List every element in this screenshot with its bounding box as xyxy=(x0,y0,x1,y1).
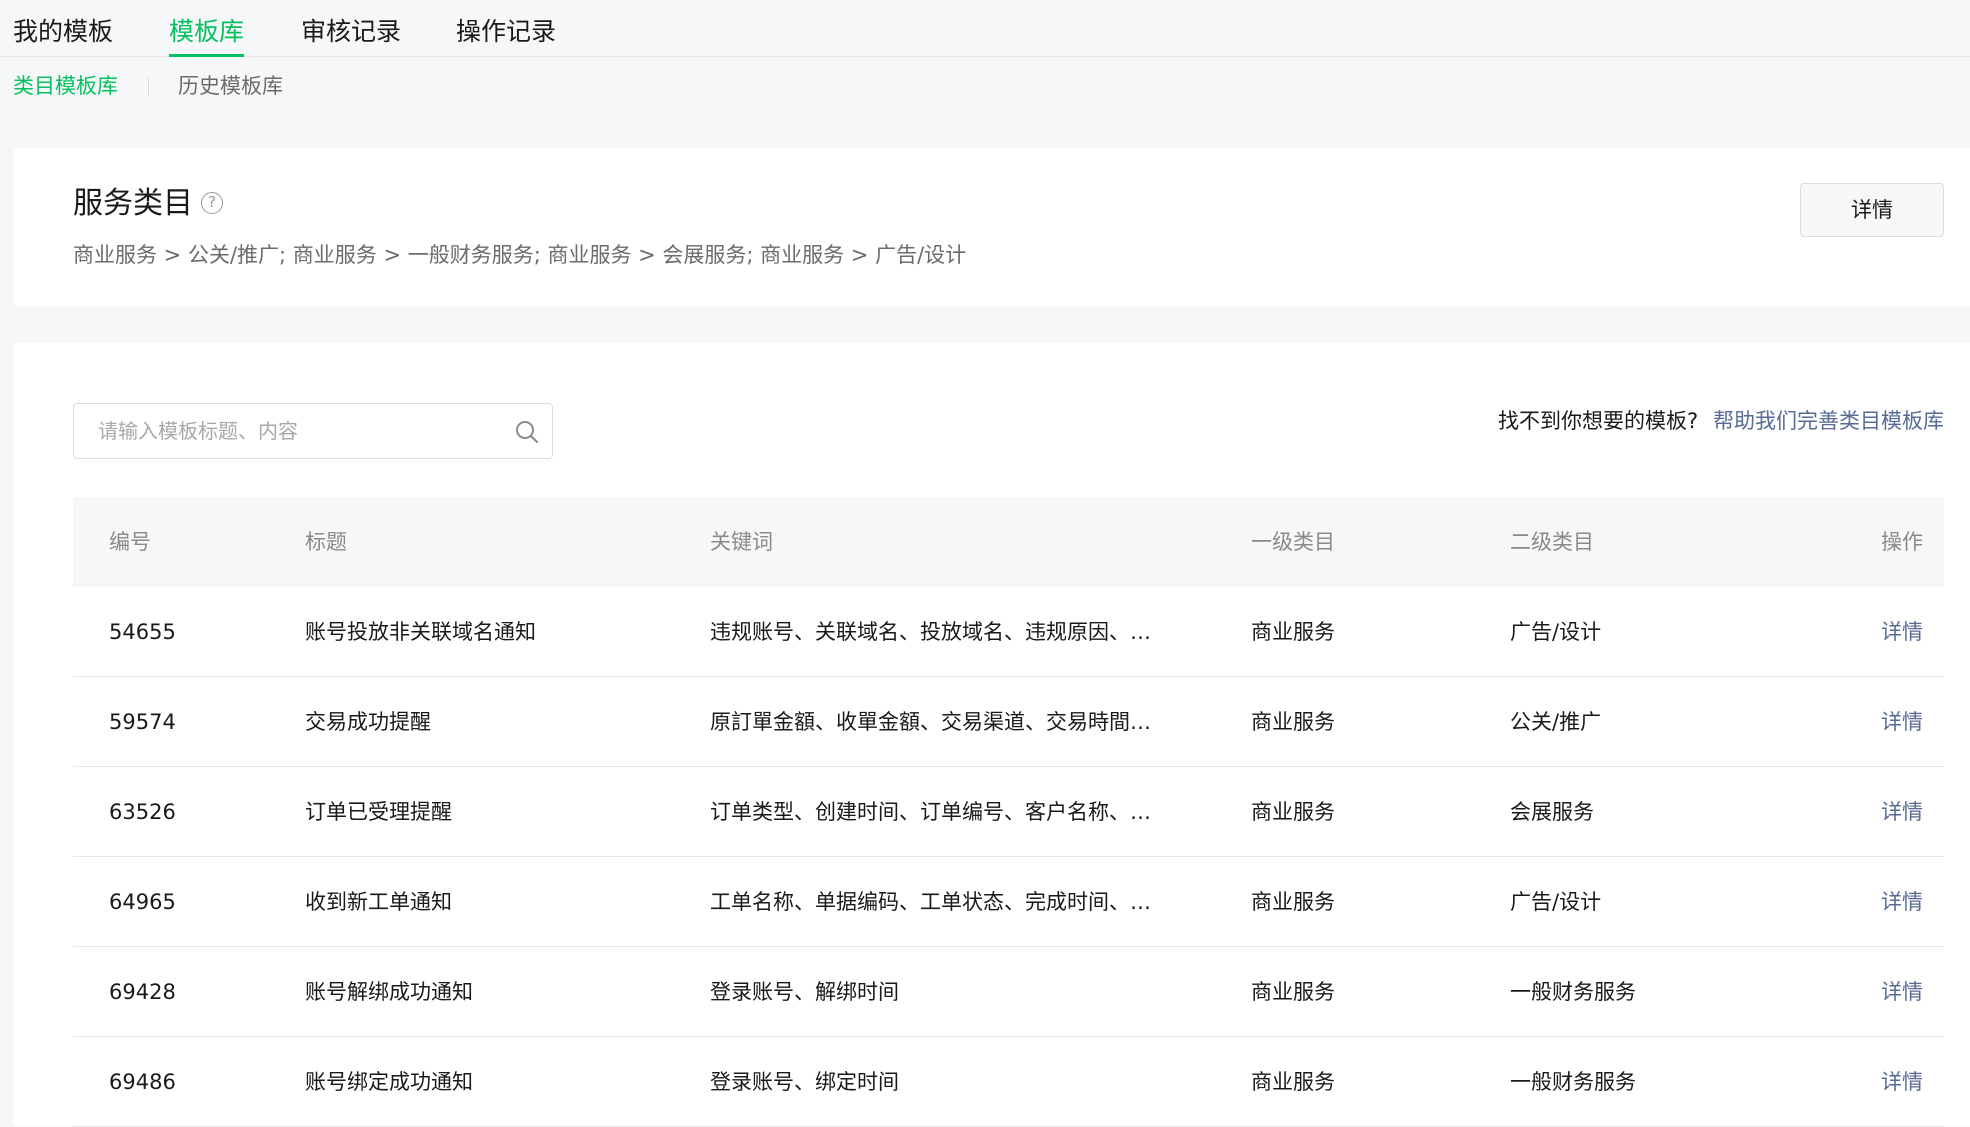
cell-title: 账号投放非关联域名通知 xyxy=(305,620,536,644)
table-row: 64965 收到新工单通知 工单名称、单据编码、工单状态、完成时间、部... 商… xyxy=(73,857,1944,947)
row-detail-link[interactable]: 详情 xyxy=(1881,1037,1941,1127)
tab-label: 我的模板 xyxy=(13,17,114,46)
cell-title: 账号绑定成功通知 xyxy=(305,1070,473,1094)
header-id: 编号 xyxy=(109,530,151,554)
search-icon[interactable] xyxy=(514,419,540,445)
search-input[interactable] xyxy=(98,404,498,458)
tab-operation-records[interactable]: 操作记录 xyxy=(456,14,556,50)
table-row: 69486 账号绑定成功通知 登录账号、绑定时间 商业服务 一般财务服务 详情 xyxy=(73,1037,1944,1127)
cell-level2: 一般财务服务 xyxy=(1510,1070,1636,1094)
row-detail-link[interactable]: 详情 xyxy=(1881,947,1941,1037)
table-header: 编号 标题 关键词 一级类目 二级类目 操作 xyxy=(73,497,1944,587)
top-tab-bar: 我的模板 模板库 审核记录 操作记录 xyxy=(0,0,1970,57)
cell-level2: 公关/推广 xyxy=(1510,710,1602,734)
tab-review-records[interactable]: 审核记录 xyxy=(301,14,401,50)
subtab-divider xyxy=(148,78,149,96)
cell-level2: 一般财务服务 xyxy=(1510,980,1636,1004)
cell-keywords: 登录账号、绑定时间 xyxy=(710,1070,899,1094)
header-level1: 一级类目 xyxy=(1251,530,1335,554)
cell-id: 59574 xyxy=(109,710,176,734)
cell-level2: 会展服务 xyxy=(1510,800,1594,824)
help-text: 找不到你想要的模板? xyxy=(1498,409,1699,433)
category-detail-button[interactable]: 详情 xyxy=(1800,183,1944,237)
header-action: 操作 xyxy=(1881,530,1923,554)
row-detail-link[interactable]: 详情 xyxy=(1881,587,1941,677)
cell-keywords: 登录账号、解绑时间 xyxy=(710,980,899,1004)
cell-level2: 广告/设计 xyxy=(1510,890,1602,914)
template-table: 编号 标题 关键词 一级类目 二级类目 操作 54655 账号投放非关联域名通知… xyxy=(73,497,1944,1127)
header-title: 标题 xyxy=(305,530,347,554)
cell-level1: 商业服务 xyxy=(1251,980,1335,1004)
cell-id: 69428 xyxy=(109,980,176,1004)
help-icon[interactable]: ? xyxy=(201,192,223,214)
header-keywords: 关键词 xyxy=(710,530,773,554)
header-level2: 二级类目 xyxy=(1510,530,1594,554)
category-path: 商业服务 > 公关/推广; 商业服务 > 一般财务服务; 商业服务 > 会展服务… xyxy=(73,243,967,267)
cell-title: 订单已受理提醒 xyxy=(305,800,452,824)
search-box xyxy=(73,403,553,459)
sub-tab-bar: 类目模板库 历史模板库 xyxy=(0,57,1970,117)
tab-label: 审核记录 xyxy=(301,17,402,46)
row-detail-link[interactable]: 详情 xyxy=(1881,857,1941,947)
cell-level1: 商业服务 xyxy=(1251,890,1335,914)
cell-level2: 广告/设计 xyxy=(1510,620,1602,644)
cell-level1: 商业服务 xyxy=(1251,800,1335,824)
tab-my-templates[interactable]: 我的模板 xyxy=(13,14,113,50)
cell-id: 64965 xyxy=(109,890,176,914)
tab-label: 模板库 xyxy=(169,17,245,46)
table-row: 59574 交易成功提醒 原訂單金額、收單金額、交易渠道、交易時間、... 商业… xyxy=(73,677,1944,767)
cell-level1: 商业服务 xyxy=(1251,620,1335,644)
subtab-category-library[interactable]: 类目模板库 xyxy=(13,71,118,101)
row-detail-link[interactable]: 详情 xyxy=(1881,767,1941,857)
category-title: 服务类目 xyxy=(73,186,193,221)
cell-id: 63526 xyxy=(109,800,176,824)
table-row: 63526 订单已受理提醒 订单类型、创建时间、订单编号、客户名称、联... 商… xyxy=(73,767,1944,857)
cell-keywords: 原訂單金額、收單金額、交易渠道、交易時間、... xyxy=(710,710,1170,734)
tab-label: 操作记录 xyxy=(456,17,557,46)
subtab-history-library[interactable]: 历史模板库 xyxy=(178,71,283,101)
cell-title: 账号解绑成功通知 xyxy=(305,980,473,1004)
cell-title: 收到新工单通知 xyxy=(305,890,452,914)
table-row: 54655 账号投放非关联域名通知 违规账号、关联域名、投放域名、违规原因、违.… xyxy=(73,587,1944,677)
cell-keywords: 工单名称、单据编码、工单状态、完成时间、部... xyxy=(710,890,1170,914)
table-row: 69428 账号解绑成功通知 登录账号、解绑时间 商业服务 一般财务服务 详情 xyxy=(73,947,1944,1037)
cell-keywords: 违规账号、关联域名、投放域名、违规原因、违... xyxy=(710,620,1170,644)
cell-id: 54655 xyxy=(109,620,176,644)
template-list-card: 找不到你想要的模板? 帮助我们完善类目模板库 编号 标题 关键词 一级类目 二级… xyxy=(13,343,1970,1127)
cell-level1: 商业服务 xyxy=(1251,710,1335,734)
cell-id: 69486 xyxy=(109,1070,176,1094)
cell-title: 交易成功提醒 xyxy=(305,710,431,734)
cell-level1: 商业服务 xyxy=(1251,1070,1335,1094)
service-category-card: 服务类目 ? 商业服务 > 公关/推广; 商业服务 > 一般财务服务; 商业服务… xyxy=(13,148,1970,307)
row-detail-link[interactable]: 详情 xyxy=(1881,677,1941,767)
help-improve-link[interactable]: 帮助我们完善类目模板库 xyxy=(1713,406,1944,436)
tab-template-library[interactable]: 模板库 xyxy=(169,14,245,57)
subtab-label: 历史模板库 xyxy=(178,74,283,98)
cell-keywords: 订单类型、创建时间、订单编号、客户名称、联... xyxy=(710,800,1170,824)
subtab-label: 类目模板库 xyxy=(13,74,118,98)
